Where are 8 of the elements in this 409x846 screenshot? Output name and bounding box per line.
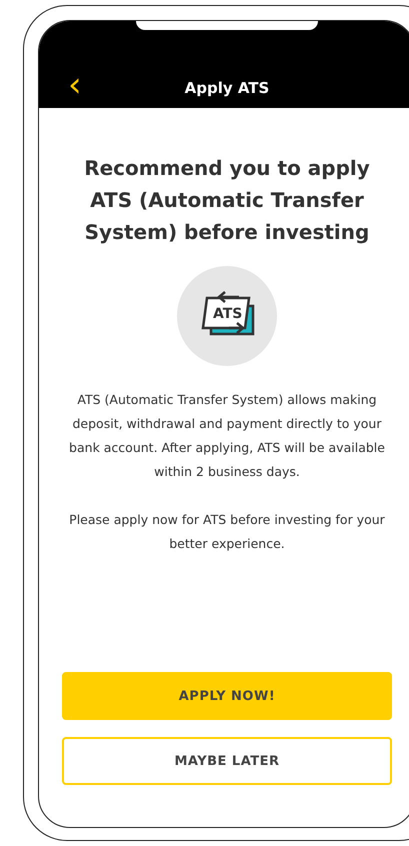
apply-now-button[interactable]: APPLY NOW! (62, 672, 392, 720)
illustration-label: ATS (213, 306, 242, 322)
back-button[interactable]: ‹ (64, 68, 86, 102)
heading: Recommend you to apply ATS (Automatic Transfer System) before investing (83, 155, 371, 246)
description-text: Please apply now for ATS before investing for your better experience. (68, 511, 386, 553)
page-title: Apply ATS (184, 78, 270, 99)
maybe-later-button[interactable]: MAYBE LATER (62, 737, 392, 785)
description-text: ATS (Automatic Transfer System) allows making deposit, withdrawal and payment directly to your bank account. After applying, ATS will be available within 2 business days. (68, 391, 386, 481)
